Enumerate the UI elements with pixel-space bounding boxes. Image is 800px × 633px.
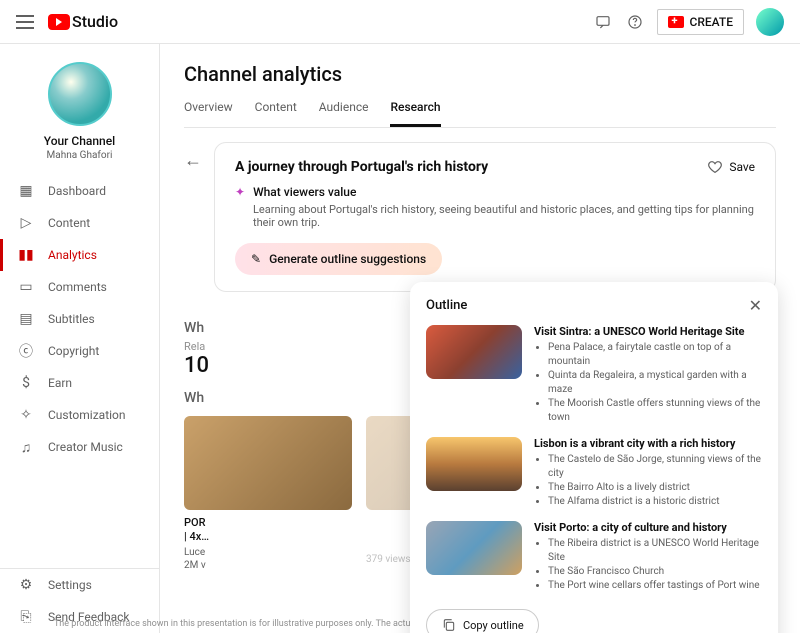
sidebar-item-settings[interactable]: ⚙Settings [0,569,159,601]
outline-item-title: Visit Porto: a city of culture and histo… [534,521,762,534]
user-avatar[interactable] [756,8,784,36]
subtitles-icon: ▤ [18,311,34,327]
heart-icon [707,159,723,175]
outline-point: The Castelo de São Jorge, stunning views… [548,453,762,481]
tab-overview[interactable]: Overview [184,100,233,127]
sidebar-item-earn[interactable]: $Earn [0,367,159,399]
outline-point: The Port wine cellars offer tastings of … [548,579,762,593]
save-button[interactable]: Save [707,159,755,175]
app-header: Studio CREATE [0,0,800,44]
value-heading: What viewers value [253,185,356,199]
channel-profile[interactable]: Your Channel Mahna Ghafori [0,62,159,175]
video-views: 2M v [184,560,352,571]
customization-icon: ✧ [18,407,34,423]
channel-heading: Your Channel [0,134,159,148]
outline-point: The Bairro Alto is a lively district [548,481,762,495]
topic-card: A journey through Portugal's rich histor… [214,142,776,292]
close-icon[interactable]: ✕ [749,296,762,315]
earn-icon: $ [18,375,34,391]
music-icon: ♫ [18,439,34,455]
sidebar: Your Channel Mahna Ghafori ▦Dashboard ▷C… [0,44,160,633]
sidebar-item-copyright[interactable]: ⓒCopyright [0,335,159,367]
outline-popup: Outline ✕ Visit Sintra: a UNESCO World H… [410,282,778,633]
wand-icon: ✎ [251,252,261,266]
generate-outline-button[interactable]: ✎ Generate outline suggestions [235,243,442,275]
sidebar-item-customization[interactable]: ✧Customization [0,399,159,431]
youtube-icon [48,14,70,30]
value-description: Learning about Portugal's rich history, … [253,203,755,229]
back-arrow-icon[interactable]: ← [184,142,202,171]
outline-item: Visit Sintra: a UNESCO World Heritage Si… [426,325,762,425]
chat-icon[interactable] [593,12,613,32]
video-thumbnail [184,416,352,510]
gear-icon: ⚙ [18,577,34,593]
main-content: Channel analytics Overview Content Audie… [160,44,800,633]
outline-point: The São Francisco Church [548,565,762,579]
sidebar-item-dashboard[interactable]: ▦Dashboard [0,175,159,207]
video-title: POR | 4x… [184,516,352,545]
page-title: Channel analytics [184,62,776,86]
sidebar-item-content[interactable]: ▷Content [0,207,159,239]
outline-item-title: Lisbon is a vibrant city with a rich his… [534,437,762,450]
create-label: CREATE [690,15,733,29]
outline-item: Lisbon is a vibrant city with a rich his… [426,437,762,509]
outline-item: Visit Porto: a city of culture and histo… [426,521,762,593]
content-icon: ▷ [18,215,34,231]
sidebar-item-creator-music[interactable]: ♫Creator Music [0,431,159,463]
analytics-icon: ▮▮ [18,247,34,263]
header-right: CREATE [593,8,784,36]
outline-point: The Alfama district is a historic distri… [548,495,762,509]
video-channel: Luce [184,547,352,558]
dashboard-icon: ▦ [18,183,34,199]
outline-item-title: Visit Sintra: a UNESCO World Heritage Si… [534,325,762,338]
copy-outline-button[interactable]: Copy outline [426,609,539,633]
topic-title: A journey through Portugal's rich histor… [235,159,488,175]
help-icon[interactable] [625,12,645,32]
studio-logo[interactable]: Studio [48,12,118,31]
outline-thumbnail [426,521,522,575]
outline-heading: Outline [426,298,467,313]
outline-thumbnail [426,437,522,491]
tab-audience[interactable]: Audience [319,100,369,127]
tab-content[interactable]: Content [255,100,297,127]
sidebar-item-comments[interactable]: ▭Comments [0,271,159,303]
copyright-icon: ⓒ [18,343,34,359]
sidebar-nav: ▦Dashboard ▷Content ▮▮Analytics ▭Comment… [0,175,159,568]
video-card-1[interactable]: POR | 4x… Luce 2M v [184,416,352,572]
menu-icon[interactable] [16,15,34,29]
outline-point: Quinta da Regaleira, a mystical garden w… [548,369,762,397]
logo-text: Studio [72,12,118,31]
outline-thumbnail [426,325,522,379]
header-left: Studio [16,12,118,31]
copy-icon [441,617,457,633]
channel-name: Mahna Ghafori [0,150,159,161]
comments-icon: ▭ [18,279,34,295]
analytics-tabs: Overview Content Audience Research [184,100,776,128]
outline-point: The Moorish Castle offers stunning views… [548,397,762,425]
sidebar-item-subtitles[interactable]: ▤Subtitles [0,303,159,335]
sidebar-item-analytics[interactable]: ▮▮Analytics [0,239,159,271]
outline-point: Pena Palace, a fairytale castle on top o… [548,341,762,369]
sparkle-icon: ✦ [235,185,245,199]
create-camera-icon [668,16,684,28]
outline-point: The Ribeira district is a UNESCO World H… [548,537,762,565]
create-button[interactable]: CREATE [657,9,744,35]
tab-research[interactable]: Research [390,100,440,127]
channel-avatar [48,62,112,126]
